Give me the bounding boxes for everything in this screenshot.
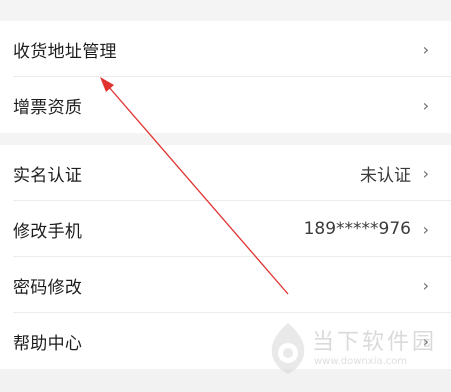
settings-group-account: 实名认证 未认证 › 修改手机 189*****976 › 密码修改 › 帮助中… xyxy=(0,145,451,369)
change-password-row[interactable]: 密码修改 › xyxy=(0,257,451,313)
address-management-label: 收货地址管理 xyxy=(13,41,117,62)
verification-status-value: 未认证 xyxy=(360,165,411,186)
invoice-qualification-row[interactable]: 增票资质 › xyxy=(0,77,451,133)
address-management-row[interactable]: 收货地址管理 › xyxy=(0,21,451,77)
settings-group-address: 收货地址管理 › 增票资质 › xyxy=(0,21,451,133)
chevron-right-icon: › xyxy=(422,163,429,183)
invoice-qualification-label: 增票资质 xyxy=(13,97,83,118)
help-center-row[interactable]: 帮助中心 › xyxy=(0,313,451,369)
chevron-right-icon: › xyxy=(422,275,429,295)
change-phone-label: 修改手机 xyxy=(13,221,83,242)
real-name-verification-label: 实名认证 xyxy=(13,165,83,186)
chevron-right-icon: › xyxy=(422,39,429,59)
chevron-right-icon: › xyxy=(422,219,429,239)
top-spacer xyxy=(0,0,451,21)
section-spacer xyxy=(0,133,451,145)
help-center-label: 帮助中心 xyxy=(13,333,83,354)
change-password-label: 密码修改 xyxy=(13,277,83,298)
change-phone-row[interactable]: 修改手机 189*****976 › xyxy=(0,201,451,257)
real-name-verification-row[interactable]: 实名认证 未认证 › xyxy=(0,145,451,201)
chevron-right-icon: › xyxy=(422,331,429,351)
phone-number-value: 189*****976 xyxy=(303,219,411,239)
chevron-right-icon: › xyxy=(422,95,429,115)
